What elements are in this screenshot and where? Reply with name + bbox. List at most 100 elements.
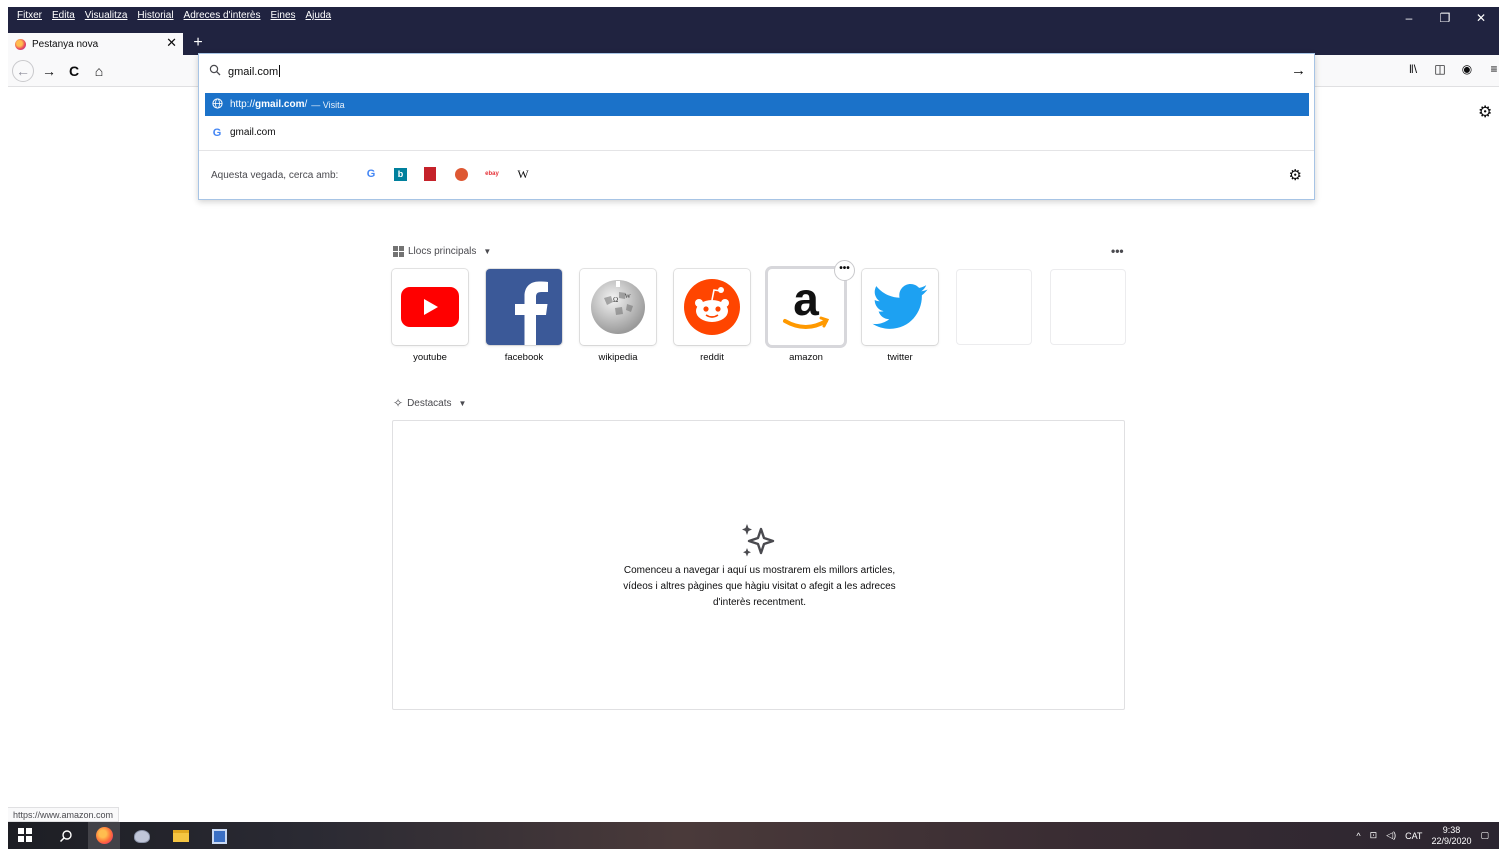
tab-title: Pestanya nova bbox=[32, 38, 99, 50]
urlbar-result-search[interactable]: G gmail.com bbox=[205, 121, 1309, 144]
urlbar-input[interactable]: gmail.com bbox=[228, 65, 281, 78]
tab-strip: Pestanya nova ✕ + bbox=[8, 33, 1499, 55]
facebook-icon bbox=[486, 269, 562, 345]
urlbar-popup: gmail.com → http://gmail.com/ — Visita G… bbox=[198, 53, 1315, 200]
back-button[interactable]: ← bbox=[12, 60, 34, 82]
top-sites-more-button[interactable]: ••• bbox=[1111, 244, 1124, 258]
menu-file[interactable]: Fitxer bbox=[12, 9, 47, 23]
duckduckgo-engine-icon[interactable] bbox=[453, 166, 469, 182]
wikipedia-engine-icon[interactable]: W bbox=[515, 166, 531, 182]
tile-facebook[interactable]: facebook bbox=[486, 269, 562, 364]
tile-amazon[interactable]: a amazon bbox=[768, 269, 844, 364]
search-settings-gear-icon[interactable]: ⚙ bbox=[1289, 166, 1302, 184]
page-settings-gear-icon[interactable]: ⚙ bbox=[1478, 102, 1492, 122]
search-icon bbox=[209, 64, 221, 76]
restore-button[interactable]: ❐ bbox=[1427, 7, 1463, 29]
minimize-button[interactable]: – bbox=[1391, 7, 1427, 29]
result-search-text: gmail.com bbox=[230, 127, 276, 138]
top-sites-grid: youtube facebook ΩW wikipedia reddit a a… bbox=[392, 269, 1126, 364]
menu-tools[interactable]: Eines bbox=[266, 9, 301, 23]
tile-label: twitter bbox=[887, 352, 913, 363]
one-off-search-row: Aquesta vegada, cerca amb: G b ebay W ⚙ bbox=[199, 150, 1314, 200]
svg-text:W: W bbox=[625, 294, 631, 300]
svg-text:a: a bbox=[793, 277, 819, 325]
tab-new-tab[interactable]: Pestanya nova ✕ bbox=[8, 33, 183, 55]
tile-youtube[interactable]: youtube bbox=[392, 269, 468, 364]
twitter-icon bbox=[862, 269, 938, 345]
urlbar-result-visit[interactable]: http://gmail.com/ — Visita bbox=[205, 93, 1309, 116]
library-icon[interactable]: ǁ\ bbox=[1406, 62, 1420, 76]
clock-date: 22/9/2020 bbox=[1431, 835, 1472, 846]
firefox-taskbar-icon[interactable] bbox=[88, 822, 120, 849]
amazon-icon: a bbox=[768, 269, 844, 345]
bing-engine-icon[interactable]: b bbox=[394, 167, 407, 181]
tile-reddit[interactable]: reddit bbox=[674, 269, 750, 364]
go-arrow-icon[interactable]: → bbox=[1291, 62, 1306, 79]
reload-button[interactable]: C bbox=[63, 61, 85, 81]
menu-edit[interactable]: Edita bbox=[47, 9, 80, 23]
menu-bar: Fitxer Edita Visualitza Historial Adrece… bbox=[12, 9, 336, 23]
empty-tile-box bbox=[1050, 269, 1126, 345]
highlights-message: Comenceu a navegar i aquí us mostrarem e… bbox=[623, 565, 896, 608]
close-tab-icon[interactable]: ✕ bbox=[166, 36, 177, 50]
network-icon[interactable]: ⊡ bbox=[1370, 830, 1378, 841]
highlights-empty-state: Comenceu a navegar i aquí us mostrarem e… bbox=[392, 420, 1125, 710]
title-bar: Fitxer Edita Visualitza Historial Adrece… bbox=[8, 7, 1499, 33]
search-icon[interactable] bbox=[56, 826, 76, 846]
clock-time: 9:38 bbox=[1442, 824, 1461, 835]
language-indicator[interactable]: CAT bbox=[1405, 831, 1422, 841]
grid-icon bbox=[393, 246, 404, 257]
tile-label: wikipedia bbox=[598, 352, 638, 363]
empty-tile-box bbox=[956, 269, 1032, 345]
tile-label: youtube bbox=[413, 352, 447, 363]
document-taskbar-icon[interactable] bbox=[209, 826, 229, 846]
tile-empty[interactable] bbox=[1050, 269, 1126, 364]
tile-label: amazon bbox=[789, 352, 823, 363]
toolbar-right: ǁ\ ◫ ◉ ≡ bbox=[1406, 62, 1499, 76]
volume-icon[interactable]: ◁) bbox=[1386, 830, 1396, 841]
account-icon[interactable]: ◉ bbox=[1460, 62, 1474, 76]
chevron-down-icon: ▼ bbox=[458, 398, 467, 408]
notifications-icon[interactable]: ▢ bbox=[1480, 830, 1489, 841]
urlbar[interactable]: gmail.com → bbox=[199, 54, 1314, 88]
tray-chevron-icon[interactable]: ^ bbox=[1356, 831, 1360, 841]
top-sites-header[interactable]: Llocs principals ▼ bbox=[393, 246, 491, 257]
menu-help[interactable]: Ajuda bbox=[301, 9, 337, 23]
windows-start-icon[interactable] bbox=[18, 828, 32, 842]
reddit-icon bbox=[674, 269, 750, 345]
new-tab-button[interactable]: + bbox=[188, 33, 208, 55]
result-url: http://gmail.com/ bbox=[230, 99, 308, 110]
highlights-title: Destacats bbox=[407, 397, 452, 409]
chevron-down-icon: ▼ bbox=[483, 247, 492, 256]
home-button[interactable]: ⌂ bbox=[88, 61, 110, 81]
wikipedia-icon: ΩW bbox=[580, 269, 656, 345]
google-engine-icon[interactable]: G bbox=[363, 166, 379, 182]
tile-twitter[interactable]: twitter bbox=[862, 269, 938, 364]
google-icon: G bbox=[212, 126, 222, 139]
forward-button[interactable]: → bbox=[38, 61, 60, 81]
youtube-icon bbox=[392, 269, 468, 345]
status-bar-url: https://www.amazon.com bbox=[8, 807, 120, 822]
menu-bookmarks[interactable]: Adreces d'interès bbox=[179, 9, 266, 23]
clock[interactable]: 9:38 22/9/2020 bbox=[1431, 825, 1471, 847]
sidebar-icon[interactable]: ◫ bbox=[1433, 62, 1447, 76]
highlights-header[interactable]: ✧ Destacats ▼ bbox=[393, 396, 466, 410]
paint-taskbar-icon[interactable] bbox=[132, 826, 152, 846]
tile-label: facebook bbox=[504, 352, 544, 363]
file-explorer-taskbar-icon[interactable] bbox=[171, 826, 191, 846]
menu-view[interactable]: Visualitza bbox=[80, 9, 133, 23]
system-tray: ^ ⊡ ◁) CAT 9:38 22/9/2020 ▢ bbox=[1356, 822, 1489, 849]
hamburger-menu-icon[interactable]: ≡ bbox=[1487, 62, 1499, 76]
tile-context-menu-button[interactable]: ••• bbox=[834, 260, 855, 281]
top-sites-title: Llocs principals bbox=[408, 246, 477, 257]
ebay-engine-icon[interactable]: ebay bbox=[484, 166, 500, 182]
svg-text:Ω: Ω bbox=[613, 296, 618, 304]
menu-history[interactable]: Historial bbox=[132, 9, 178, 23]
close-window-button[interactable]: ✕ bbox=[1463, 7, 1499, 29]
book-engine-icon[interactable] bbox=[422, 166, 438, 182]
sparkle-icon: ✧ bbox=[393, 396, 404, 410]
one-off-label: Aquesta vegada, cerca amb: bbox=[211, 170, 339, 181]
tile-empty[interactable] bbox=[956, 269, 1032, 364]
tile-wikipedia[interactable]: ΩW wikipedia bbox=[580, 269, 656, 364]
sparkle-icon bbox=[739, 521, 779, 569]
